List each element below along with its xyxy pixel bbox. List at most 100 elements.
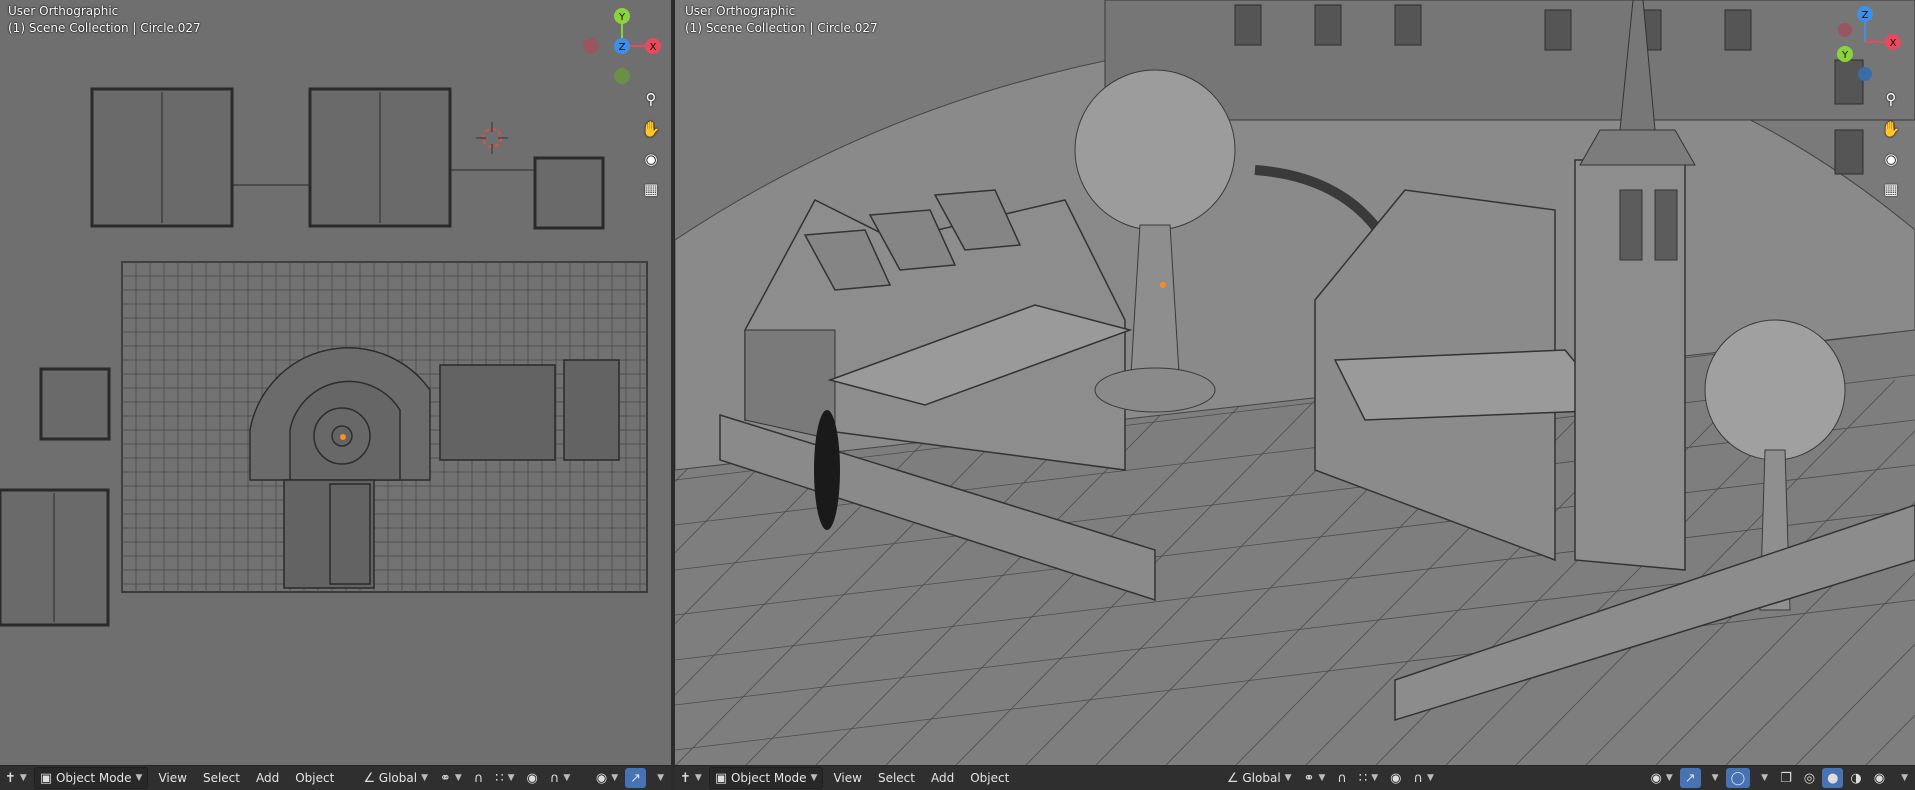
gizmo-arrow-icon: ↗ <box>1684 770 1696 786</box>
navigation-gizmo[interactable]: Y X Z <box>578 4 668 88</box>
grid-icon[interactable]: ▦ <box>1878 176 1904 202</box>
mode-label: Object Mode <box>55 771 132 785</box>
orientation-icon: ∠ <box>363 770 375 786</box>
gizmo-dropdown[interactable]: ▼ <box>648 768 669 788</box>
chevron-down-icon: ▼ <box>694 773 702 783</box>
axis-y-label: Y <box>1841 50 1849 61</box>
transform-orientation-dropdown[interactable]: ∠ Global ▼ <box>1222 768 1297 788</box>
menu-select[interactable]: Select <box>195 768 248 788</box>
shading-wireframe[interactable]: ◎ <box>1799 768 1820 788</box>
snap-target-dropdown[interactable]: ∷ ▼ <box>1354 768 1383 788</box>
shading-solid[interactable]: ● <box>1822 768 1844 788</box>
navigation-gizmo[interactable]: Z X Y <box>1825 4 1915 88</box>
rendered-shading-icon: ◉ <box>1873 770 1886 786</box>
axis-y-label: Y <box>618 12 626 23</box>
proportional-edit-toggle[interactable]: ◉ <box>1385 768 1406 788</box>
mode-label: Object Mode <box>730 771 807 785</box>
snap-target-dropdown[interactable]: ∷ ▼ <box>490 768 519 788</box>
collection-info-label: (1) Scene Collection | Circle.027 <box>685 21 878 35</box>
hand-pan-icon[interactable]: ✋ <box>1878 116 1904 142</box>
proportional-edit-toggle[interactable]: ◉ <box>522 768 543 788</box>
visibility-dropdown[interactable]: ◉ ▼ <box>1645 768 1677 788</box>
axis-z-label: Z <box>1862 10 1869 21</box>
editor-type-button[interactable]: ✝ ▼ <box>0 768 32 788</box>
snap-toggle[interactable]: ∩ <box>469 768 489 788</box>
chevron-down-icon: ▼ <box>19 773 27 783</box>
3d-cursor-icon <box>476 122 508 154</box>
eye-icon: ◉ <box>595 770 608 786</box>
mode-dropdown[interactable]: ▣ Object Mode ▼ <box>33 767 149 789</box>
proportional-icon: ◉ <box>526 770 538 786</box>
chevron-down-icon: ▼ <box>1318 773 1326 783</box>
solid-shading-icon: ● <box>1827 770 1839 786</box>
wireframe-shading-icon: ◎ <box>1803 770 1816 786</box>
mode-dropdown[interactable]: ▣ Object Mode ▼ <box>708 767 824 789</box>
falloff-curve-icon: ∩ <box>1413 770 1423 786</box>
gizmo-toggle[interactable]: ↗ <box>625 768 647 788</box>
grid-icon[interactable]: ▦ <box>638 176 664 202</box>
camera-icon[interactable]: ◉ <box>1878 146 1904 172</box>
transform-orientation-dropdown[interactable]: ∠ Global ▼ <box>358 768 433 788</box>
snap-increment-icon: ∷ <box>495 770 504 786</box>
gizmo-arrow-icon: ↗ <box>630 770 642 786</box>
chevron-down-icon: ▼ <box>1284 773 1292 783</box>
overlays-dropdown[interactable]: ▼ <box>1752 768 1773 788</box>
material-shading-icon: ◑ <box>1850 770 1862 786</box>
menu-add[interactable]: Add <box>248 768 287 788</box>
transform-orientation-label: Global <box>1242 771 1281 785</box>
chevron-down-icon: ▼ <box>421 773 428 783</box>
top-view-scene <box>0 87 648 627</box>
left-viewport-header: ✝ ▼ ▣ Object Mode ▼ View Select Add Object… <box>0 765 671 790</box>
eye-icon: ◉ <box>1650 770 1662 786</box>
xray-icon: ❐ <box>1780 770 1792 786</box>
shading-material[interactable]: ◑ <box>1845 768 1866 788</box>
menu-view[interactable]: View <box>825 768 869 788</box>
chevron-down-icon: ▼ <box>1426 773 1434 783</box>
overlays-icon: ◯ <box>1730 770 1746 786</box>
camera-icon[interactable]: ◉ <box>638 146 664 172</box>
visibility-dropdown[interactable]: ◉ ▼ <box>591 768 623 788</box>
pivot-dropdown[interactable]: ⚭ ▼ <box>1299 768 1331 788</box>
chevron-down-icon: ▼ <box>135 773 143 783</box>
chevron-down-icon: ▼ <box>657 773 664 783</box>
zoom-icon[interactable]: ⚲ <box>1878 86 1904 112</box>
falloff-dropdown[interactable]: ∩ ▼ <box>1408 768 1438 788</box>
axis-z-label: Z <box>619 42 626 53</box>
pivot-icon: ⚭ <box>1303 770 1315 786</box>
chevron-down-icon: ▼ <box>1901 773 1909 783</box>
right-3d-viewport[interactable]: User Orthographic (1) Scene Collection |… <box>675 0 1915 790</box>
chevron-down-icon: ▼ <box>1761 773 1769 783</box>
right-viewport-header: ✝ ▼ ▣ Object Mode ▼ View Select Add Object… <box>675 765 1915 790</box>
falloff-curve-icon: ∩ <box>549 770 560 786</box>
zoom-icon[interactable]: ⚲ <box>638 86 664 112</box>
menu-select[interactable]: Select <box>870 768 923 788</box>
orientation-icon: ∠ <box>1226 770 1239 786</box>
gizmo-dropdown[interactable]: ▼ <box>1703 768 1724 788</box>
gizmo-toggle[interactable]: ↗ <box>1679 768 1701 788</box>
overlays-toggle[interactable]: ◯ <box>1725 768 1751 788</box>
chevron-down-icon: ▼ <box>1665 773 1673 783</box>
axes-icon: ✝ <box>5 770 16 786</box>
hand-pan-icon[interactable]: ✋ <box>638 116 664 142</box>
courtyard-scene <box>675 0 1915 767</box>
menu-object[interactable]: Object <box>287 768 342 788</box>
chevron-down-icon: ▼ <box>810 773 818 783</box>
menu-object[interactable]: Object <box>962 768 1017 788</box>
shading-dropdown[interactable]: ▼ <box>1892 768 1913 788</box>
chevron-down-icon: ▼ <box>563 773 571 783</box>
axis-x-label: X <box>650 42 657 53</box>
snap-toggle[interactable]: ∩ <box>1332 768 1352 788</box>
shading-rendered[interactable]: ◉ <box>1869 768 1890 788</box>
object-mode-icon: ▣ <box>39 770 53 786</box>
view-name-label: User Orthographic <box>8 4 119 18</box>
menu-view[interactable]: View <box>150 768 194 788</box>
editor-type-button[interactable]: ✝ ▼ <box>675 768 707 788</box>
chevron-down-icon: ▼ <box>1711 773 1719 783</box>
xray-toggle[interactable]: ❐ <box>1775 768 1797 788</box>
pivot-dropdown[interactable]: ⚭ ▼ <box>435 768 467 788</box>
left-3d-viewport[interactable]: User Orthographic (1) Scene Collection |… <box>0 0 671 790</box>
falloff-dropdown[interactable]: ∩ ▼ <box>545 768 575 788</box>
menu-add[interactable]: Add <box>923 768 962 788</box>
magnet-icon: ∩ <box>473 770 484 786</box>
proportional-icon: ◉ <box>1390 770 1402 786</box>
